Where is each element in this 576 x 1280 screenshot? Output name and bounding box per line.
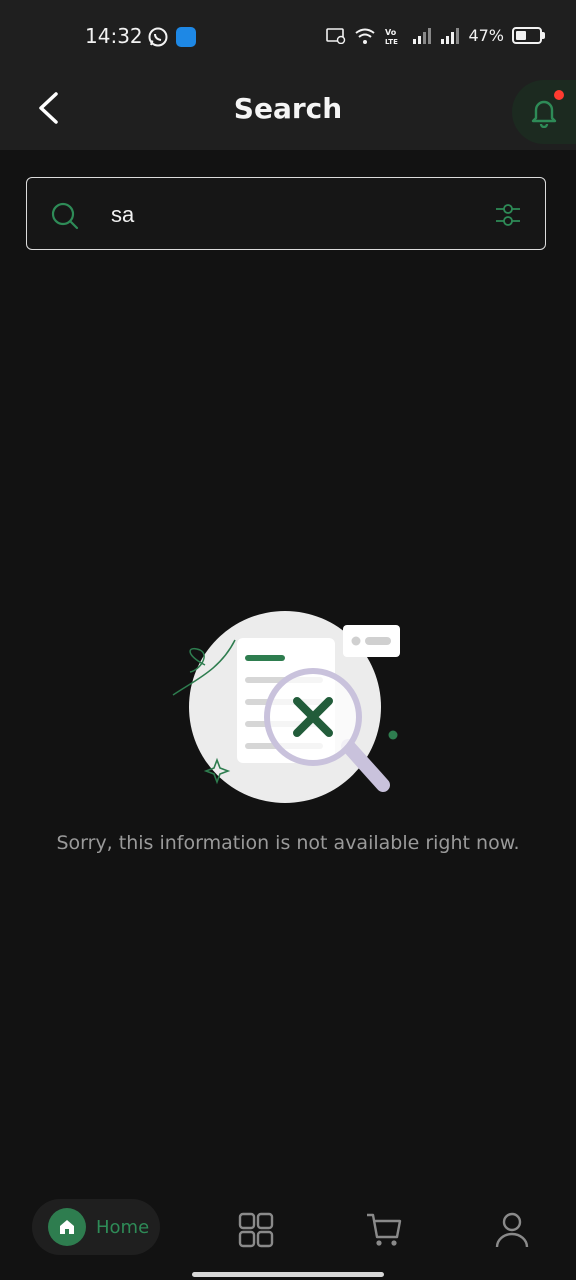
wifi-icon (355, 28, 376, 44)
battery-icon (512, 27, 545, 44)
search-icon[interactable] (51, 202, 79, 234)
search-input[interactable] (109, 196, 473, 234)
page-title: Search (233, 92, 343, 125)
signal-icon (413, 27, 432, 44)
home-icon (48, 1208, 86, 1246)
nav-item-profile[interactable] (492, 1210, 532, 1250)
app-icon (176, 27, 196, 47)
whatsapp-icon (147, 26, 169, 52)
status-bar: 14:32 Vo LTE 47% (0, 0, 576, 68)
nav-label-home: Home (96, 1216, 150, 1238)
nav-item-cart[interactable] (364, 1210, 404, 1250)
cart-icon (367, 1213, 402, 1246)
home-indicator[interactable] (192, 1272, 384, 1277)
cast-icon (326, 27, 346, 44)
status-time: 14:32 (85, 24, 143, 48)
status-icons: Vo LTE 47% (326, 26, 545, 45)
filter-sliders-icon[interactable] (495, 202, 521, 232)
grid-icon (238, 1212, 274, 1248)
svg-text:Vo: Vo (385, 28, 397, 37)
nav-item-home[interactable]: Home (32, 1199, 160, 1255)
notification-badge (554, 90, 564, 100)
volte-icon: VoLTE (385, 28, 398, 45)
notification-button[interactable] (512, 80, 576, 144)
search-bar (26, 177, 546, 250)
bottom-nav: Home (0, 1190, 576, 1280)
nav-item-categories[interactable] (236, 1210, 276, 1250)
battery-percent: 47% (468, 26, 504, 45)
svg-text:LTE: LTE (385, 38, 398, 45)
app-header: Search (0, 68, 576, 150)
profile-icon (495, 1212, 529, 1248)
empty-state-illustration (165, 600, 415, 810)
notification-bell-icon (531, 100, 557, 128)
signal-icon (441, 27, 460, 44)
empty-state-message: Sorry, this information is not available… (56, 832, 520, 854)
